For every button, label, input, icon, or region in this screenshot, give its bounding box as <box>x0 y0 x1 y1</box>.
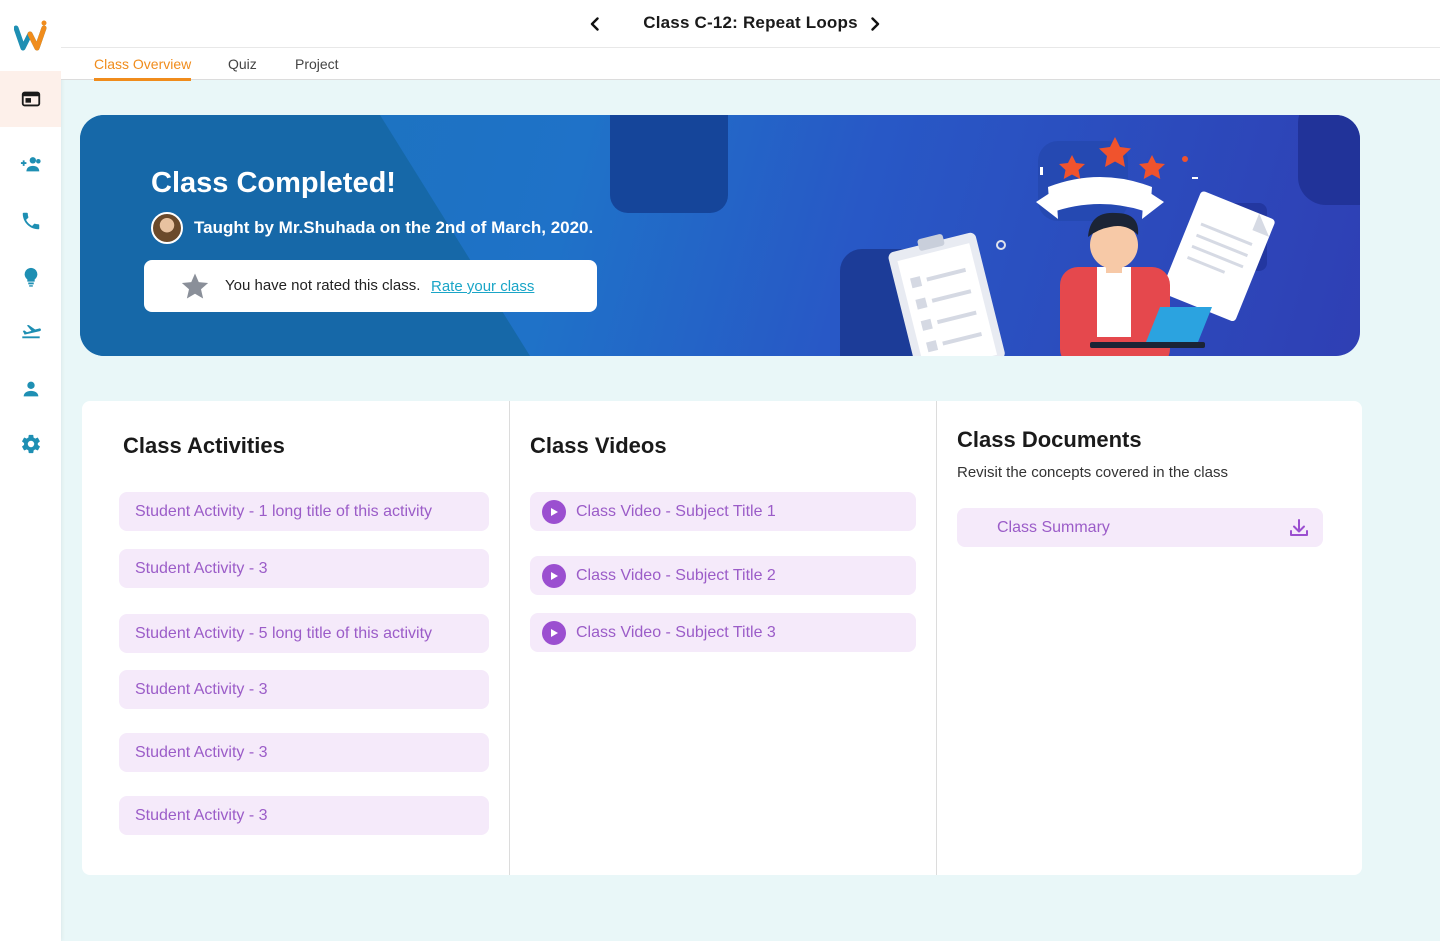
play-icon <box>542 620 566 645</box>
celebration-illustration <box>888 137 1275 356</box>
tab-project[interactable]: Project <box>295 56 339 78</box>
activity-label: Student Activity - 3 <box>135 680 268 698</box>
sidebar-item-ideas[interactable] <box>0 249 61 305</box>
documents-title: Class Documents <box>957 427 1142 452</box>
activity-item[interactable]: Student Activity - 3 <box>119 796 489 835</box>
flight-icon <box>21 324 41 339</box>
rating-card: You have not rated this class. Rate your… <box>144 260 597 312</box>
page-title: Class C-12: Repeat Loops <box>643 13 858 32</box>
star-icon[interactable] <box>180 271 210 301</box>
class-completed-banner: Class Completed! Taught by Mr.Shuhada on… <box>80 115 1360 356</box>
next-class-button[interactable] <box>863 12 887 36</box>
add-group-icon <box>20 157 41 172</box>
video-item[interactable]: Class Video - Subject Title 3 <box>530 613 916 652</box>
download-icon[interactable] <box>1287 516 1311 540</box>
sidebar-item-flight[interactable] <box>0 302 61 358</box>
sidebar-item-group[interactable] <box>0 136 61 192</box>
document-item[interactable]: Class Summary <box>957 508 1323 547</box>
activity-item[interactable]: Student Activity - 3 <box>119 549 489 588</box>
teacher-info: Taught by Mr.Shuhada on the 2nd of March… <box>194 218 594 237</box>
tab-bar: Class Overview Quiz Project <box>61 48 1440 81</box>
banner-decoration <box>610 115 728 213</box>
gear-icon <box>21 434 40 454</box>
lightbulb-icon <box>24 267 37 287</box>
activity-label: Student Activity - 3 <box>135 559 268 577</box>
activity-label: Student Activity - 5 long title of this … <box>135 624 433 642</box>
video-item[interactable]: Class Video - Subject Title 2 <box>530 556 916 595</box>
tab-quiz[interactable]: Quiz <box>228 56 257 78</box>
documents-column: Class Documents Revisit the concepts cov… <box>936 401 1362 875</box>
video-label: Class Video - Subject Title 2 <box>576 566 776 584</box>
activity-item[interactable]: Student Activity - 3 <box>119 733 489 772</box>
teacher-avatar <box>151 212 183 244</box>
sidebar-item-profile[interactable] <box>0 361 61 417</box>
tab-class-overview[interactable]: Class Overview <box>94 56 192 81</box>
video-label: Class Video - Subject Title 3 <box>576 623 776 641</box>
sidebar <box>0 0 61 941</box>
documents-subtitle: Revisit the concepts covered in the clas… <box>957 464 1228 481</box>
video-item[interactable]: Class Video - Subject Title 1 <box>530 492 916 531</box>
play-icon <box>542 499 566 524</box>
class-icon <box>21 91 40 107</box>
class-content-card: Class Activities Student Activity - 1 lo… <box>82 401 1362 875</box>
videos-column: Class Videos Class Video - Subject Title… <box>509 401 936 875</box>
person-icon <box>23 381 38 397</box>
activities-column: Class Activities Student Activity - 1 lo… <box>82 401 509 875</box>
videos-title: Class Videos <box>530 433 667 458</box>
activities-title: Class Activities <box>123 433 285 458</box>
sidebar-item-class[interactable] <box>0 71 61 127</box>
rating-status-text: You have not rated this class. <box>225 277 421 294</box>
phone-icon <box>22 212 39 230</box>
rate-class-link[interactable]: Rate your class <box>431 278 534 295</box>
play-icon <box>542 563 566 588</box>
document-label: Class Summary <box>997 518 1110 536</box>
top-header: Class C-12: Repeat Loops <box>61 0 1440 48</box>
chevron-right-icon <box>871 17 880 31</box>
video-label: Class Video - Subject Title 1 <box>576 502 776 520</box>
activity-item[interactable]: Student Activity - 3 <box>119 670 489 709</box>
activity-item[interactable]: Student Activity - 5 long title of this … <box>119 614 489 653</box>
activity-label: Student Activity - 1 long title of this … <box>135 502 433 520</box>
activity-item[interactable]: Student Activity - 1 long title of this … <box>119 492 489 531</box>
activity-label: Student Activity - 3 <box>135 743 268 761</box>
banner-title: Class Completed! <box>151 167 396 199</box>
app-logo[interactable] <box>14 20 48 52</box>
activity-label: Student Activity - 3 <box>135 806 268 824</box>
sidebar-item-settings[interactable] <box>0 416 61 472</box>
sidebar-item-phone[interactable] <box>0 193 61 249</box>
